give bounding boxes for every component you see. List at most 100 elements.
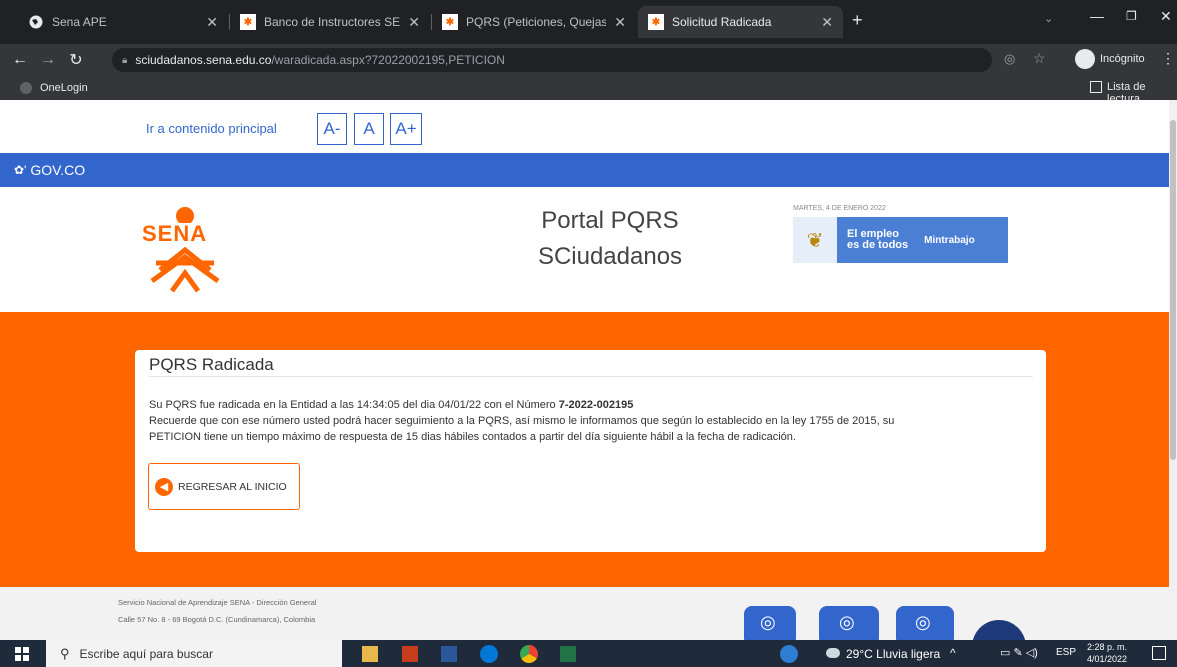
portal-title: Portal PQRS SCiudadanos xyxy=(480,203,740,275)
reload-icon[interactable]: ↻ xyxy=(62,50,90,70)
tab-pqrs[interactable]: ✱ PQRS (Peticiones, Quejas, Reclam ✕ xyxy=(432,6,636,38)
message-line1: Su PQRS fue radicada en la Entidad a las… xyxy=(149,397,1039,413)
onelogin-icon xyxy=(20,82,32,94)
clock-date: 4/01/2022 xyxy=(1087,654,1128,664)
mintrabajo-banner[interactable]: ❦ El empleo es de todos Mintrabajo xyxy=(793,217,1008,263)
sena-logo[interactable]: SENA xyxy=(140,203,230,293)
sena-favicon-icon: ✱ xyxy=(442,14,458,30)
radicado-number: 7-2022-002195 xyxy=(558,399,634,411)
card-title: PQRS Radicada xyxy=(149,355,274,374)
clock[interactable]: 2:28 p. m. 4/01/2022 xyxy=(1087,641,1127,665)
message-line2: Recuerde que con ese número usted podrá … xyxy=(149,415,895,427)
close-tab-icon[interactable]: ✕ xyxy=(206,14,218,31)
lock-icon: 🔒︎ xyxy=(122,54,128,66)
close-window-icon[interactable]: ✕ xyxy=(1160,8,1172,25)
card-divider xyxy=(149,376,1033,377)
incognito-icon[interactable] xyxy=(1075,49,1095,69)
font-reset-button[interactable]: A xyxy=(354,113,384,145)
clock-time: 2:28 p. m. xyxy=(1087,642,1128,652)
skype-icon[interactable] xyxy=(480,645,498,663)
taskbar-search[interactable]: ⚲ Escribe aquí para buscar xyxy=(46,640,342,667)
close-tab-icon[interactable]: ✕ xyxy=(408,14,420,31)
gov-co-bar: ✿' GOV.CO xyxy=(0,153,1169,187)
arrow-left-icon: ◀ xyxy=(155,477,173,496)
banner-slogan: El empleo es de todos xyxy=(847,229,908,251)
social-icon-1[interactable]: ◎ xyxy=(744,606,796,640)
card-message: Su PQRS fue radicada en la Entidad a las… xyxy=(149,397,1039,445)
excel-icon[interactable] xyxy=(560,646,576,662)
tray-status-icons[interactable]: ▭ ✎ ◁) xyxy=(1000,646,1038,659)
tab-label: Solicitud Radicada xyxy=(672,15,772,29)
tab-sena-ape[interactable]: Sena APE ✕ xyxy=(18,6,228,38)
social-icon-2[interactable]: ◎ xyxy=(819,606,879,640)
portal-title-line1: Portal PQRS xyxy=(541,207,679,234)
globe-icon xyxy=(28,14,44,30)
forward-icon[interactable]: → xyxy=(34,51,62,69)
skip-to-content-link[interactable]: Ir a contenido principal xyxy=(146,121,277,136)
footer-line1: Servicio Nacional de Aprendizaje SENA - … xyxy=(118,598,317,607)
sena-favicon-icon: ✱ xyxy=(240,14,256,30)
weather-text[interactable]: 29°C Lluvia ligera xyxy=(846,647,940,661)
taskbar-search-placeholder: Escribe aquí para buscar xyxy=(79,646,213,661)
site-footer: Servicio Nacional de Aprendizaje SENA - … xyxy=(0,587,1169,640)
tab-search-icon[interactable]: ⌄ xyxy=(1044,12,1053,25)
search-icon: ⚲ xyxy=(60,645,70,661)
footer-line2: Calle 57 No. 8 - 69 Bogotá D.C. (Cundina… xyxy=(118,615,316,624)
bookmark-onelogin[interactable]: OneLogin xyxy=(40,82,88,94)
reading-list-icon xyxy=(1090,81,1102,93)
certification-seal-icon xyxy=(972,620,1026,640)
new-tab-button[interactable]: + xyxy=(852,10,863,31)
action-center-icon[interactable] xyxy=(1152,646,1166,660)
gov-co-logo-icon: ✿' xyxy=(14,163,27,177)
page-scrollbar[interactable] xyxy=(1169,100,1177,640)
weather-cloud-icon xyxy=(826,648,840,658)
address-bar[interactable]: 🔒︎ sciudadanos.sena.edu.co/waradicada.as… xyxy=(112,48,992,72)
banner-ministry: Mintrabajo xyxy=(924,234,975,246)
tab-label: Sena APE xyxy=(52,15,107,29)
pqrs-radicada-card: PQRS Radicada Su PQRS fue radicada en la… xyxy=(135,350,1046,552)
incognito-label: Incógnito xyxy=(1100,53,1145,65)
minimize-icon[interactable]: — xyxy=(1090,8,1104,24)
page-content: Ir a contenido principal A- A A+ ✿' GOV.… xyxy=(0,100,1169,640)
message-line3: PETICION tiene un tiempo máximo de respu… xyxy=(149,431,796,443)
windows-taskbar: ⚲ Escribe aquí para buscar 29°C Lluvia l… xyxy=(0,640,1177,667)
sena-wordmark: SENA xyxy=(142,221,208,246)
sena-favicon-icon: ✱ xyxy=(648,14,664,30)
word-icon[interactable] xyxy=(441,646,457,662)
current-date: MARTES, 4 DE ENERO 2022 xyxy=(793,205,886,212)
browser-tab-strip: Sena APE ✕ ✱ Banco de Instructores SENA … xyxy=(0,0,1177,44)
url-path: /waradicada.aspx?72022002195,PETICION xyxy=(271,53,505,67)
windows-start-icon[interactable] xyxy=(15,647,29,661)
chrome-icon[interactable] xyxy=(520,645,538,663)
close-tab-icon[interactable]: ✕ xyxy=(821,14,833,31)
tab-label: PQRS (Peticiones, Quejas, Reclam xyxy=(466,15,607,29)
tab-label: Banco de Instructores SENA 202 xyxy=(264,15,401,29)
gov-co-label[interactable]: GOV.CO xyxy=(30,162,85,178)
star-icon[interactable]: ☆ xyxy=(1033,50,1046,67)
back-to-home-button[interactable]: ◀ REGRESAR AL INICIO xyxy=(148,463,300,510)
eye-off-icon[interactable]: ◎ xyxy=(1004,51,1015,67)
back-icon[interactable]: ← xyxy=(6,51,34,69)
tab-solicitud-radicada[interactable]: ✱ Solicitud Radicada ✕ xyxy=(638,6,843,38)
close-tab-icon[interactable]: ✕ xyxy=(614,14,626,31)
font-decrease-button[interactable]: A- xyxy=(317,113,347,145)
tab-banco-instructores[interactable]: ✱ Banco de Instructores SENA 202 ✕ xyxy=(230,6,430,38)
portal-title-line2: SCiudadanos xyxy=(537,243,683,270)
url-host: sciudadanos.sena.edu.co xyxy=(135,53,272,67)
notification-app-icon[interactable] xyxy=(780,645,798,663)
banner-slogan-line2: es de todos xyxy=(847,239,909,251)
bookmarks-bar: OneLogin Lista de lectura xyxy=(0,76,1177,105)
tray-chevron-icon[interactable]: ^ xyxy=(950,646,956,660)
language-indicator[interactable]: ESP xyxy=(1056,647,1076,658)
social-icon-3[interactable]: ◎ xyxy=(896,606,954,640)
menu-icon[interactable]: ⋮ xyxy=(1161,50,1175,67)
main-content-area: PQRS Radicada Su PQRS fue radicada en la… xyxy=(0,312,1169,587)
font-increase-button[interactable]: A+ xyxy=(390,113,422,145)
powerpoint-icon[interactable] xyxy=(402,646,418,662)
back-button-label: REGRESAR AL INICIO xyxy=(178,480,287,493)
browser-toolbar: ← → ↻ 🔒︎ sciudadanos.sena.edu.co/waradic… xyxy=(0,44,1177,76)
message-line1-text: Su PQRS fue radicada en la Entidad a las… xyxy=(149,399,559,411)
file-explorer-icon[interactable] xyxy=(362,646,378,662)
colombia-shield-icon: ❦ xyxy=(793,217,837,263)
restore-icon[interactable]: ❐ xyxy=(1126,9,1137,23)
